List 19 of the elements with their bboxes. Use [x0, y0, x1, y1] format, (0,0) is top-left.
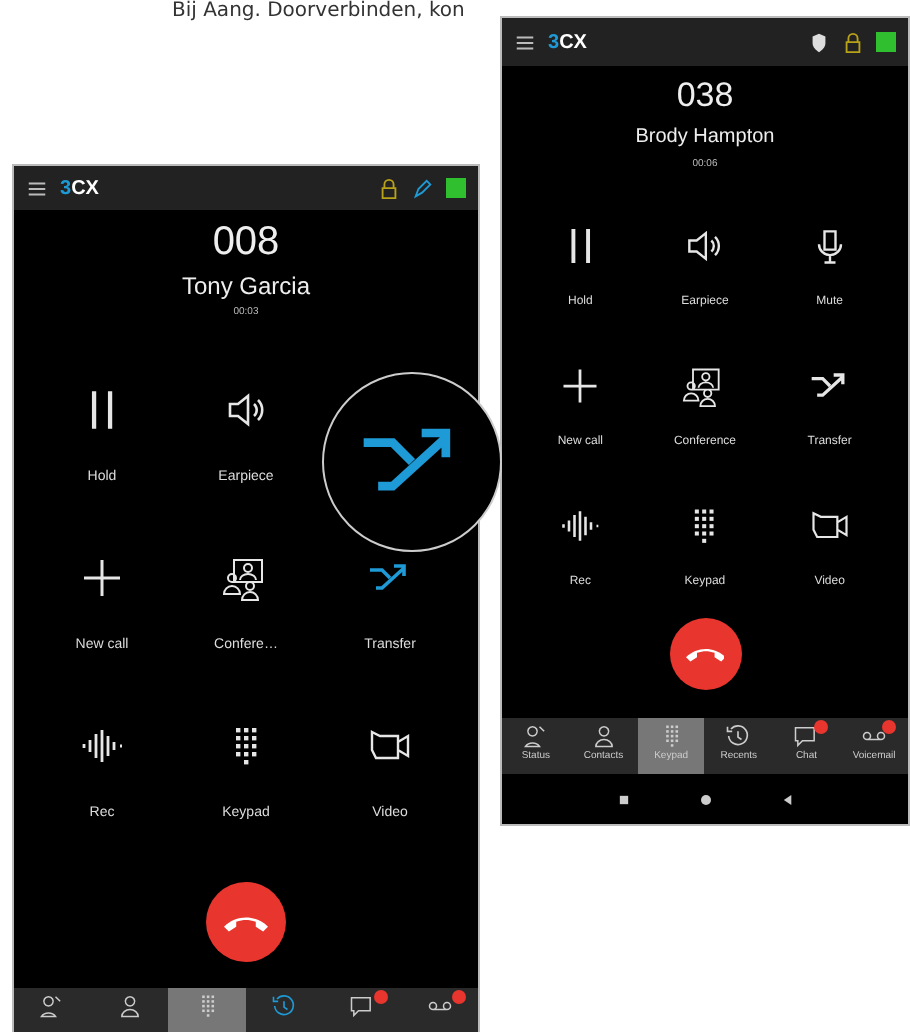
hang-up-button[interactable] — [206, 882, 286, 962]
hang-up-button[interactable] — [669, 618, 741, 690]
lock-icon — [378, 177, 400, 199]
shield-icon — [808, 31, 830, 53]
caller-name: Tony Garcia — [179, 272, 313, 300]
menu-icon[interactable] — [514, 31, 536, 53]
lock-icon — [842, 31, 864, 53]
presence-indicator — [446, 178, 466, 198]
extension-number: 008 — [210, 218, 282, 266]
app-logo: 3CX — [60, 177, 99, 199]
presence-indicator — [876, 32, 896, 52]
pen-icon — [412, 177, 434, 199]
caller-name: Brody Hampton — [633, 124, 777, 152]
app-logo: 3CX — [548, 31, 587, 53]
caption-text: Bij Aang. Doorverbinden, kon — [172, 0, 465, 22]
menu-icon[interactable] — [26, 177, 48, 199]
phone-icon — [685, 644, 725, 664]
extension-number: 038 — [674, 74, 736, 118]
home-icon[interactable] — [695, 789, 715, 809]
